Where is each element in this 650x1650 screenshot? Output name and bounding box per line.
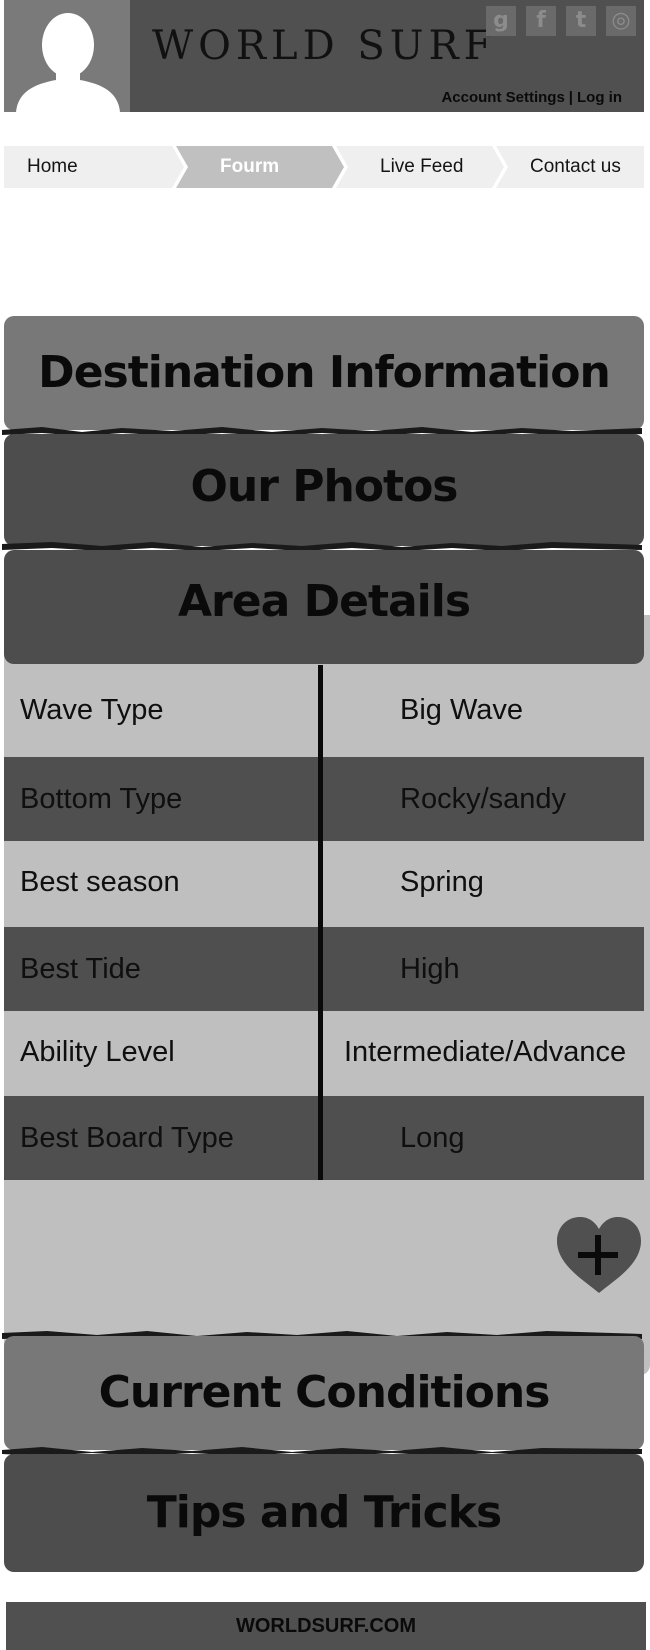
detail-label: Best season xyxy=(20,866,180,898)
avatar[interactable] xyxy=(4,0,130,112)
site-footer: WORLDSURF.COM xyxy=(6,1602,646,1650)
login-link[interactable]: Log in xyxy=(577,89,622,106)
detail-row-wave-type: Wave Type Big Wave xyxy=(4,668,644,752)
detail-row-best-season: Best season Spring xyxy=(4,840,644,924)
detail-value: Rocky/sandy xyxy=(400,783,567,815)
detail-label: Best Board Type xyxy=(20,1122,234,1154)
account-settings-link[interactable]: Account Settings xyxy=(441,89,564,106)
footer-link[interactable]: WORLDSURF.COM xyxy=(236,1615,416,1637)
user-silhouette-icon xyxy=(4,0,130,112)
tips-and-tricks-section[interactable]: Tips and Tricks xyxy=(4,1454,644,1572)
instagram-icon[interactable]: ◎ xyxy=(606,6,636,36)
current-conditions-section[interactable]: Current Conditions xyxy=(4,1336,644,1450)
detail-value: Long xyxy=(400,1122,465,1154)
site-logo[interactable]: WORLD SURF xyxy=(152,22,496,70)
social-links: g f t ◎ xyxy=(486,6,636,36)
nav-fourm[interactable]: Fourm xyxy=(220,146,279,188)
account-links: Account Settings | Log in xyxy=(441,89,622,106)
section-title: Current Conditions xyxy=(98,1367,551,1418)
nav-home[interactable]: Home xyxy=(27,146,78,188)
section-title: Area Details xyxy=(177,576,471,627)
detail-label: Best Tide xyxy=(20,953,141,985)
site-header: WORLD SURF g f t ◎ Account Settings | Log … xyxy=(4,0,644,112)
heart-plus-icon[interactable] xyxy=(555,1215,643,1295)
detail-label: Wave Type xyxy=(20,694,164,726)
main-nav: Home Fourm Live Feed Contact us xyxy=(4,146,644,188)
area-details-section[interactable]: Area Details xyxy=(4,550,644,664)
detail-value: Intermediate/Advance xyxy=(344,1036,627,1068)
section-title: Destination Information xyxy=(38,347,611,398)
detail-row-best-board-type: Best Board Type Long xyxy=(4,1096,644,1180)
google-icon[interactable]: g xyxy=(486,6,516,36)
section-title: Tips and Tricks xyxy=(146,1487,502,1538)
destination-information-section[interactable]: Destination Information xyxy=(4,316,644,430)
twitter-icon[interactable]: t xyxy=(566,6,596,36)
detail-label: Bottom Type xyxy=(20,783,183,815)
facebook-icon[interactable]: f xyxy=(526,6,556,36)
section-title: Our Photos xyxy=(190,461,459,512)
nav-live-feed[interactable]: Live Feed xyxy=(380,146,463,188)
our-photos-section[interactable]: Our Photos xyxy=(4,434,644,546)
detail-row-ability-level: Ability Level Intermediate/Advance xyxy=(4,1010,644,1094)
detail-label: Ability Level xyxy=(20,1036,175,1068)
detail-value: High xyxy=(400,953,460,985)
detail-row-bottom-type: Bottom Type Rocky/sandy xyxy=(4,757,644,841)
account-links-separator: | xyxy=(568,89,573,106)
detail-row-best-tide: Best Tide High xyxy=(4,927,644,1011)
column-divider xyxy=(318,665,323,1180)
detail-value: Big Wave xyxy=(400,694,524,726)
detail-value: Spring xyxy=(400,866,484,898)
nav-contact-us[interactable]: Contact us xyxy=(530,146,621,188)
